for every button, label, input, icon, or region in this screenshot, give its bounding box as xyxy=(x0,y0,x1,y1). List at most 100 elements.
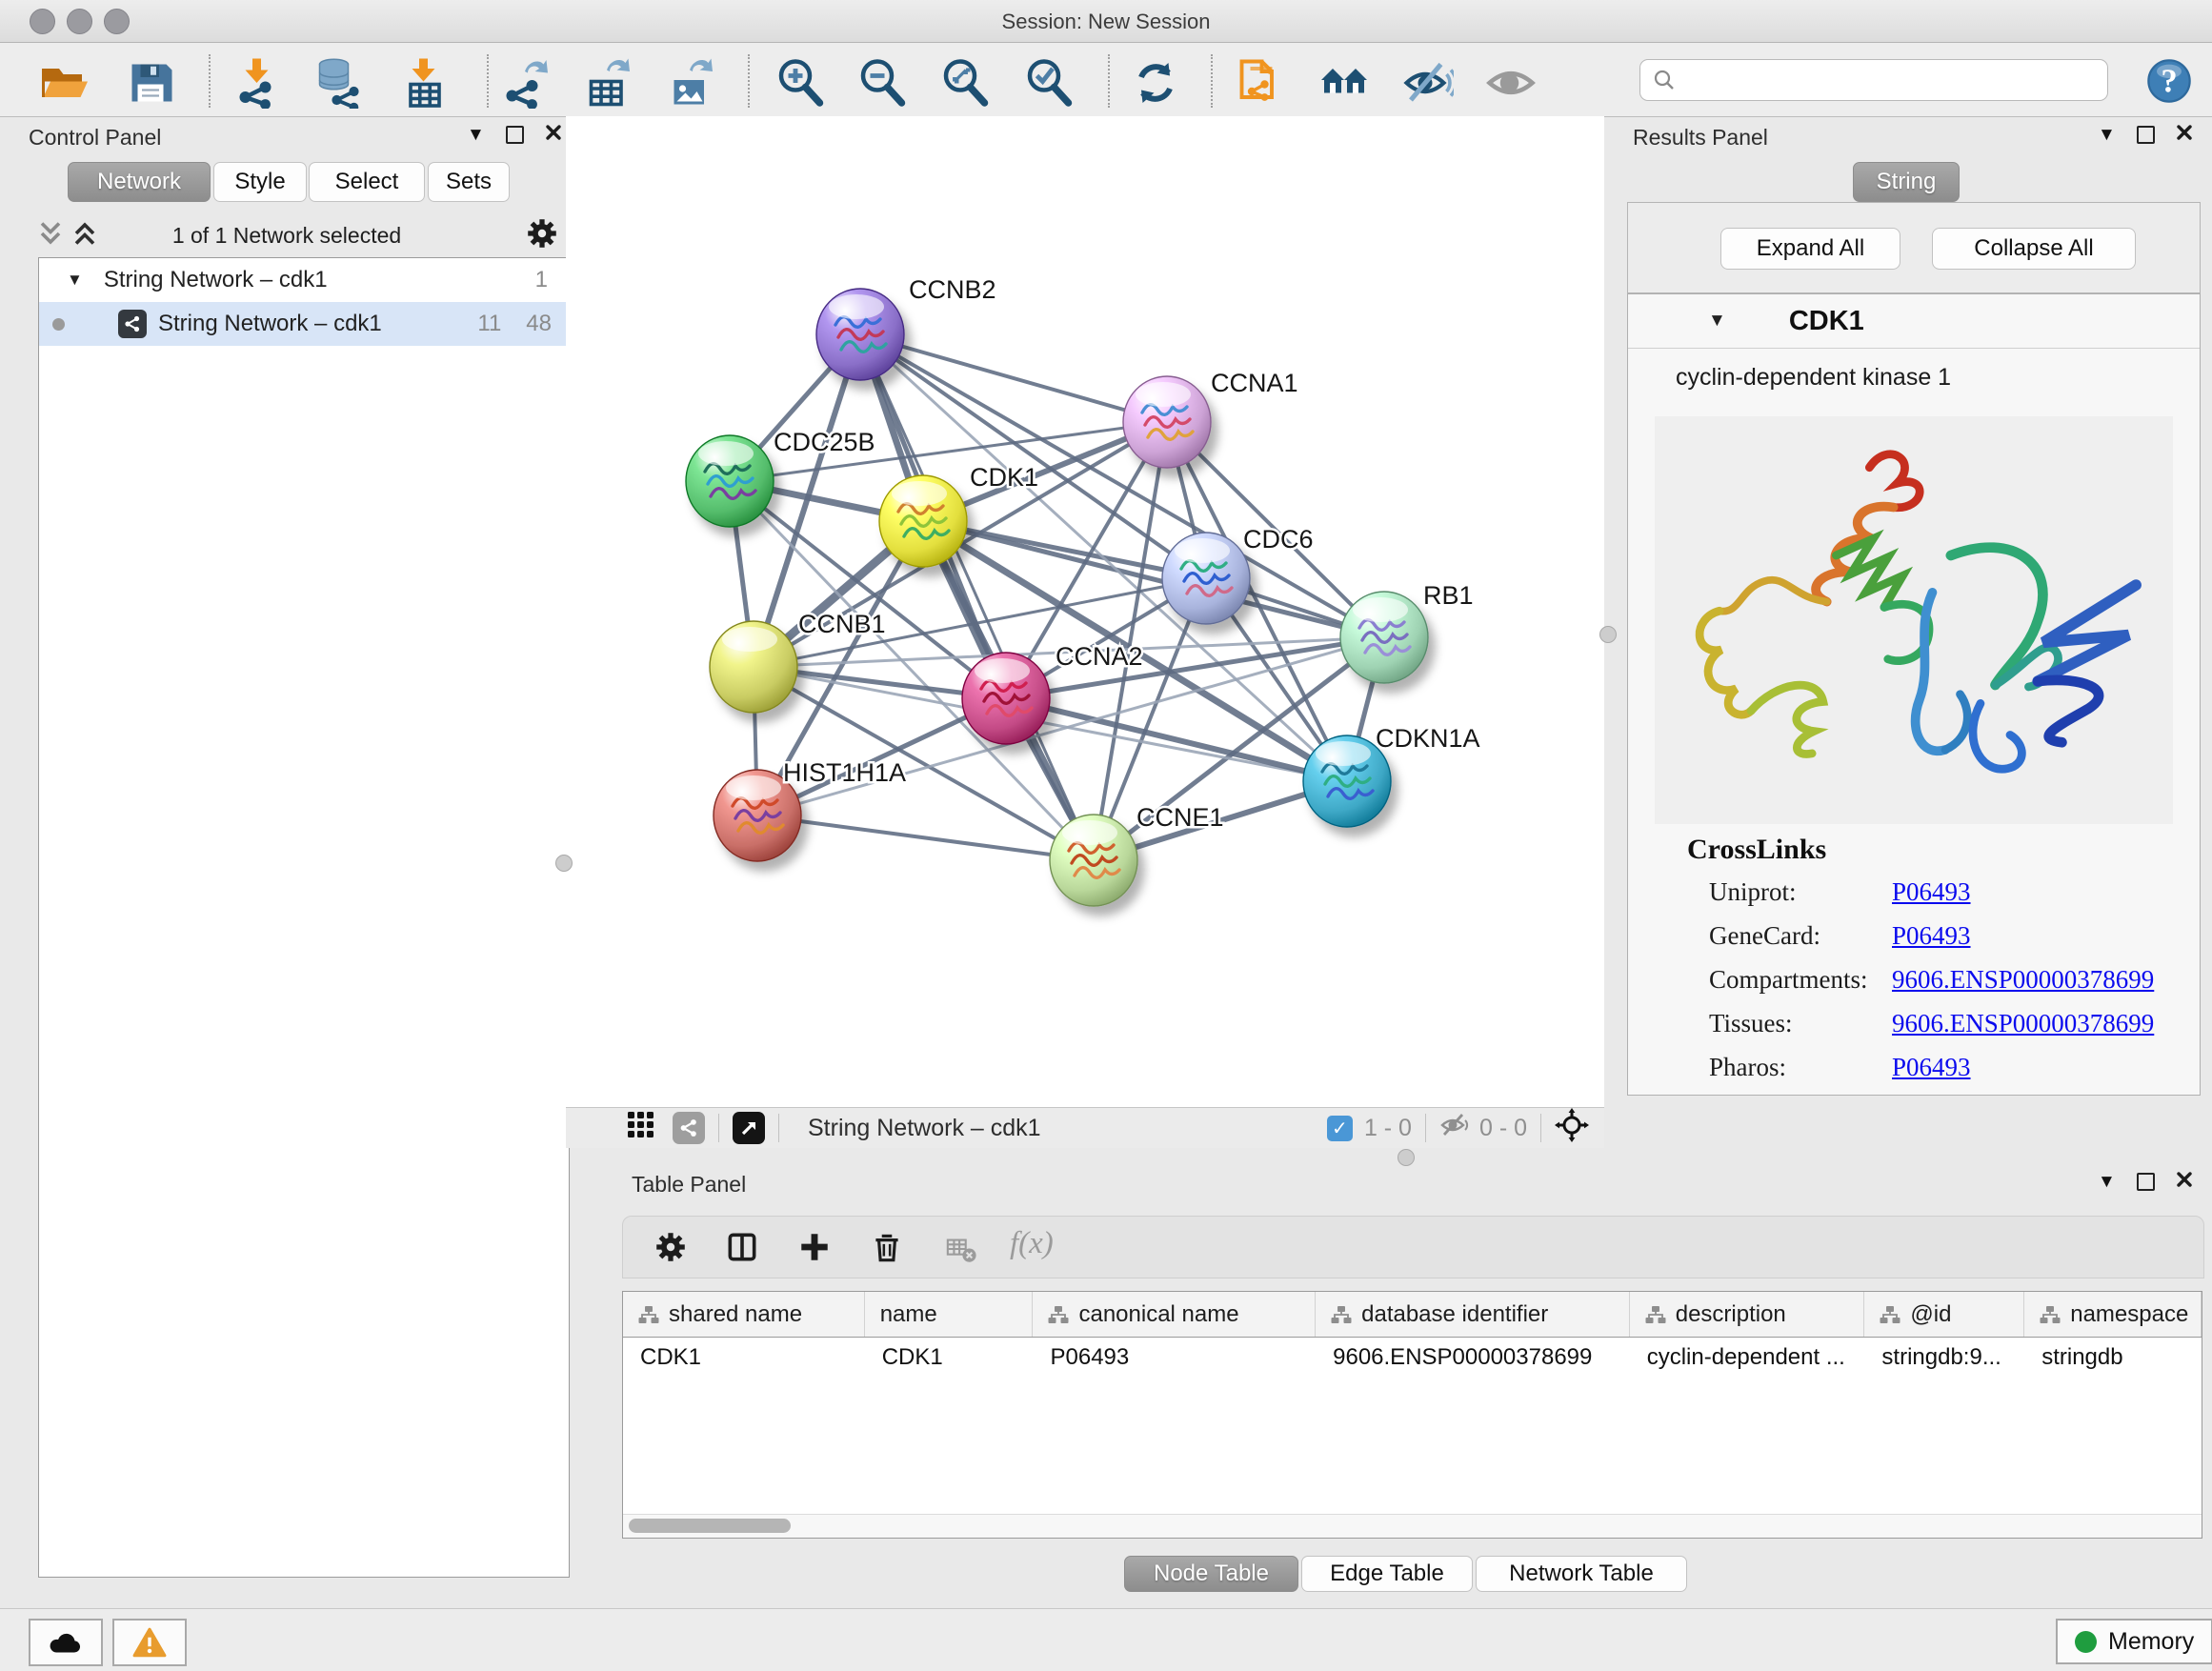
column-header[interactable]: description xyxy=(1630,1292,1865,1337)
panel-float-icon[interactable] xyxy=(2137,1173,2155,1191)
section-collapse-caret-icon[interactable]: ▼ xyxy=(1708,311,1726,332)
save-session-icon[interactable] xyxy=(125,57,176,109)
search-field[interactable] xyxy=(1639,59,2108,101)
table-hscrollbar[interactable] xyxy=(623,1514,2202,1538)
delete-column-trash-icon[interactable] xyxy=(869,1229,905,1270)
tab-network[interactable]: Network xyxy=(68,162,211,202)
hscrollbar-thumb[interactable] xyxy=(629,1519,791,1533)
table-cell[interactable]: CDK1 xyxy=(623,1338,865,1378)
network-node-cdk1[interactable]: CDK1 xyxy=(879,463,1038,567)
birds-eye-view-icon[interactable] xyxy=(733,1112,765,1144)
panel-close-icon[interactable] xyxy=(2176,124,2193,146)
export-network-icon[interactable] xyxy=(499,57,551,109)
crosslink-row: Tissues:9606.ENSP00000378699 xyxy=(1709,1001,2185,1045)
network-share-view-icon[interactable] xyxy=(673,1112,705,1144)
panel-menu-caret-icon[interactable]: ▼ xyxy=(2098,126,2116,144)
crosslink-link[interactable]: P06493 xyxy=(1892,877,1971,907)
zoom-fit-icon[interactable] xyxy=(940,57,992,109)
tab-sets[interactable]: Sets xyxy=(428,162,510,202)
panel-menu-caret-icon[interactable]: ▼ xyxy=(467,126,485,144)
duplicate-network-icon[interactable] xyxy=(1235,57,1286,109)
tab-style[interactable]: Style xyxy=(213,162,307,202)
network-node-cdc6[interactable]: CDC6 xyxy=(1162,525,1314,624)
import-table-icon[interactable] xyxy=(399,57,451,109)
tree-expander-icon[interactable]: ▼ xyxy=(67,271,83,290)
network-options-gear-icon[interactable] xyxy=(524,215,560,256)
add-column-plus-icon[interactable] xyxy=(796,1229,833,1270)
table-cell[interactable]: stringdb:9... xyxy=(1864,1338,2024,1378)
tab-select[interactable]: Select xyxy=(309,162,425,202)
table-row[interactable]: CDK1CDK1P064939606.ENSP00000378699cyclin… xyxy=(623,1338,2202,1378)
memory-button[interactable]: Memory xyxy=(2056,1619,2212,1664)
left-splitter-handle[interactable] xyxy=(555,855,573,872)
column-header[interactable]: canonical name xyxy=(1033,1292,1316,1337)
column-header[interactable]: shared name xyxy=(623,1292,865,1337)
crosslink-link[interactable]: 9606.ENSP00000378699 xyxy=(1892,1009,2154,1038)
node-label: CDK1 xyxy=(970,463,1038,492)
column-header[interactable]: name xyxy=(865,1292,1034,1337)
show-columns-icon[interactable] xyxy=(724,1229,760,1270)
import-network-file-icon[interactable] xyxy=(232,57,284,109)
hide-show-graphics-icon[interactable] xyxy=(1402,57,1454,109)
zoom-selected-icon[interactable] xyxy=(1024,57,1076,109)
network-node-hist1h1a[interactable]: HIST1H1A xyxy=(714,758,906,861)
panel-float-icon[interactable] xyxy=(2137,126,2155,144)
fit-selected-crosshair-icon[interactable] xyxy=(1555,1108,1589,1149)
table-cell[interactable]: P06493 xyxy=(1033,1338,1316,1378)
network-row-selected[interactable]: String Network – cdk1 11 48 xyxy=(39,302,569,346)
hidden-eye-icon[interactable] xyxy=(1439,1111,1472,1146)
show-details-eye-icon[interactable] xyxy=(1485,57,1537,109)
toolbar-separator xyxy=(487,54,489,108)
table-cell[interactable]: stringdb xyxy=(2024,1338,2202,1378)
grid-view-icon[interactable] xyxy=(627,1111,655,1146)
tab-edge-table[interactable]: Edge Table xyxy=(1301,1556,1473,1592)
panel-close-icon[interactable] xyxy=(2176,1171,2193,1193)
tab-network-table[interactable]: Network Table xyxy=(1476,1556,1687,1592)
delete-table-icon[interactable] xyxy=(945,1233,977,1270)
network-collection-row[interactable]: ▼ String Network – cdk1 1 xyxy=(39,258,569,302)
zoom-in-icon[interactable] xyxy=(775,57,827,109)
crosslink-row: Compartments:9606.ENSP00000378699 xyxy=(1709,957,2185,1001)
export-image-icon[interactable] xyxy=(664,57,715,109)
network-node-cdkn1a[interactable]: CDKN1A xyxy=(1303,724,1480,827)
open-session-icon[interactable] xyxy=(39,57,90,109)
column-header[interactable]: database identifier xyxy=(1316,1292,1630,1337)
home-networks-icon[interactable] xyxy=(1318,57,1370,109)
column-header[interactable]: namespace xyxy=(2024,1292,2202,1337)
zoom-out-icon[interactable] xyxy=(857,57,909,109)
panel-close-icon[interactable] xyxy=(545,124,562,146)
panel-menu-caret-icon[interactable]: ▼ xyxy=(2098,1173,2116,1191)
crosslink-link[interactable]: P06493 xyxy=(1892,921,1971,951)
cloud-button[interactable] xyxy=(29,1619,103,1666)
help-button[interactable]: ? xyxy=(2144,56,2194,111)
crosslink-label: Compartments: xyxy=(1709,965,1892,995)
table-cell[interactable]: 9606.ENSP00000378699 xyxy=(1316,1338,1630,1378)
table-settings-gear-icon[interactable] xyxy=(653,1229,689,1270)
table-cell[interactable]: cyclin-dependent ... xyxy=(1630,1338,1865,1378)
table-cell[interactable]: CDK1 xyxy=(865,1338,1034,1378)
collapse-all-button[interactable]: Collapse All xyxy=(1932,228,2136,270)
export-table-icon[interactable] xyxy=(581,57,633,109)
import-network-database-icon[interactable] xyxy=(312,57,364,109)
crosslink-link[interactable]: P06493 xyxy=(1892,1053,1971,1082)
selected-checkbox-icon[interactable]: ✓ xyxy=(1327,1116,1353,1141)
warnings-button[interactable] xyxy=(112,1619,187,1666)
expand-all-button[interactable]: Expand All xyxy=(1720,228,1900,270)
network-node-ccna1[interactable]: CCNA1 xyxy=(1123,369,1298,468)
search-input[interactable] xyxy=(1677,67,2061,93)
network-node-rb1[interactable]: RB1 xyxy=(1340,581,1474,683)
tab-node-table[interactable]: Node Table xyxy=(1124,1556,1298,1592)
tab-string[interactable]: String xyxy=(1853,162,1960,202)
network-edge[interactable] xyxy=(757,815,1094,860)
panel-float-icon[interactable] xyxy=(506,126,524,144)
protein-name: CDK1 xyxy=(1789,306,1864,337)
crosslink-link[interactable]: 9606.ENSP00000378699 xyxy=(1892,965,2154,995)
network-node-ccne1[interactable]: CCNE1 xyxy=(1050,803,1224,906)
network-graph[interactable]: CCNB2CCNA1CDC25BCDK1CDC6RB1CCNB1CCNA2CDK… xyxy=(566,116,1604,1107)
column-header[interactable]: @id xyxy=(1864,1292,2024,1337)
function-builder-icon[interactable]: f(x) xyxy=(1010,1226,1054,1261)
protein-section: ▼ CDK1 cyclin-dependent kinase 1 xyxy=(1627,293,2201,1096)
network-canvas[interactable]: CCNB2CCNA1CDC25BCDK1CDC6RB1CCNB1CCNA2CDK… xyxy=(566,116,1604,1107)
network-node-cdc25b[interactable]: CDC25B xyxy=(686,428,875,527)
refresh-icon[interactable] xyxy=(1130,57,1181,109)
